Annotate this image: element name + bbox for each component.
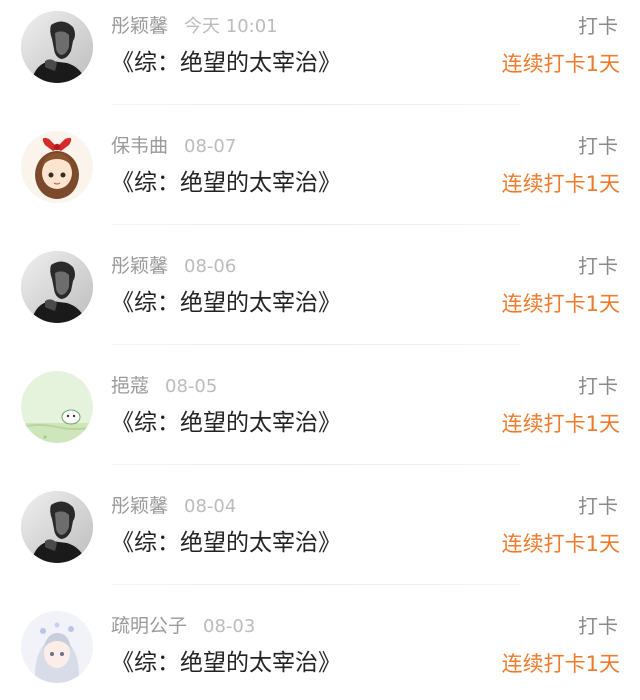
username[interactable]: 彤颖馨 [111,15,168,37]
divider [111,584,520,585]
item-meta: 疏明公子 08-03 [111,612,255,640]
item-meta: 彤颖馨 08-04 [111,492,236,520]
streak-text: 连续打卡1天 [501,412,620,436]
divider [111,224,520,225]
username[interactable]: 保韦曲 [111,135,168,157]
timestamp: 08-05 [165,376,218,397]
book-title[interactable]: 《综：绝望的太宰治》 [111,646,341,680]
book-title[interactable]: 《综：绝望的太宰治》 [111,406,341,440]
checkin-label: 打卡 [578,134,618,158]
username[interactable]: 疏明公子 [111,615,187,637]
feed-item[interactable]: 挹蔻 08-05 打卡 《综：绝望的太宰治》 连续打卡1天 [0,360,640,480]
checkin-label: 打卡 [578,614,618,638]
avatar[interactable] [21,251,93,323]
bw-man-portrait-icon [21,11,93,83]
streak-text: 连续打卡1天 [501,172,620,196]
avatar[interactable] [21,371,93,443]
avatar[interactable] [21,11,93,83]
item-meta: 保韦曲 08-07 [111,132,236,160]
anime-silver-hair-icon [21,611,93,683]
timestamp: 08-04 [184,496,237,517]
anime-girl-red-bow-icon [21,131,93,203]
divider [111,104,520,105]
streak-text: 连续打卡1天 [501,652,620,676]
feed-item[interactable]: 疏明公子 08-03 打卡 《综：绝望的太宰治》 连续打卡1天 [0,600,640,700]
username[interactable]: 挹蔻 [111,375,149,397]
bw-man-portrait-icon [21,251,93,323]
timestamp: 08-07 [184,136,237,157]
book-title[interactable]: 《综：绝望的太宰治》 [111,46,341,80]
checkin-feed: 彤颖馨 今天 10:01 打卡 《综：绝望的太宰治》 连续打卡1天 保韦曲 08-0… [0,0,640,700]
username[interactable]: 彤颖馨 [111,255,168,277]
book-title[interactable]: 《综：绝望的太宰治》 [111,166,341,200]
book-title[interactable]: 《综：绝望的太宰治》 [111,286,341,320]
feed-item[interactable]: 彤颖馨 今天 10:01 打卡 《综：绝望的太宰治》 连续打卡1天 [0,0,640,120]
checkin-label: 打卡 [578,494,618,518]
bw-man-portrait-icon [21,491,93,563]
checkin-label: 打卡 [578,14,618,38]
avatar[interactable] [21,611,93,683]
green-cartoon-icon [21,371,93,443]
streak-text: 连续打卡1天 [501,292,620,316]
divider [111,344,520,345]
divider [111,464,520,465]
username[interactable]: 彤颖馨 [111,495,168,517]
streak-text: 连续打卡1天 [501,52,620,76]
feed-item[interactable]: 保韦曲 08-07 打卡 《综：绝望的太宰治》 连续打卡1天 [0,120,640,240]
item-meta: 彤颖馨 今天 10:01 [111,12,278,40]
feed-item[interactable]: 彤颖馨 08-06 打卡 《综：绝望的太宰治》 连续打卡1天 [0,240,640,360]
timestamp: 今天 10:01 [184,16,278,37]
timestamp: 08-03 [203,616,256,637]
book-title[interactable]: 《综：绝望的太宰治》 [111,526,341,560]
checkin-label: 打卡 [578,374,618,398]
item-meta: 彤颖馨 08-06 [111,252,236,280]
streak-text: 连续打卡1天 [501,532,620,556]
item-meta: 挹蔻 08-05 [111,372,217,400]
checkin-label: 打卡 [578,254,618,278]
timestamp: 08-06 [184,256,237,277]
avatar[interactable] [21,131,93,203]
avatar[interactable] [21,491,93,563]
feed-item[interactable]: 彤颖馨 08-04 打卡 《综：绝望的太宰治》 连续打卡1天 [0,480,640,600]
